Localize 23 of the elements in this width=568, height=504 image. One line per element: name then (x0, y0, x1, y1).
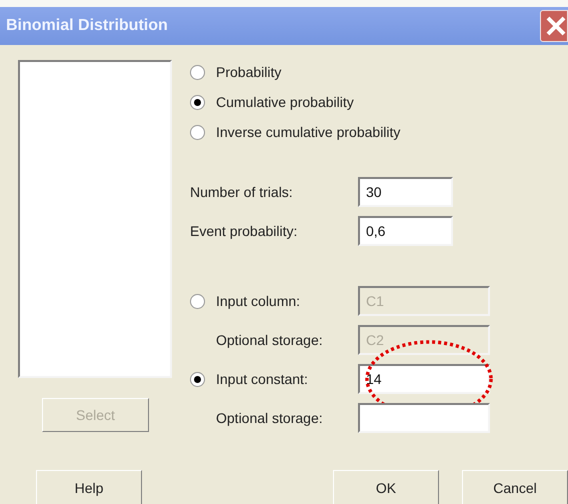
field-label: Event probability: (190, 222, 298, 241)
close-button[interactable] (540, 10, 568, 42)
field-label: Number of trials: (190, 182, 294, 202)
field-label: Optional storage: (216, 330, 323, 350)
radio-button[interactable] (190, 64, 205, 80)
input-field[interactable]: 14 (358, 364, 490, 394)
radio-button[interactable] (190, 372, 205, 386)
window-title: Binomial Distribution (6, 16, 168, 36)
field-label: Optional storage: (216, 408, 323, 428)
radio-label: Inverse cumulative probability (216, 122, 400, 142)
dialog-button[interactable]: Cancel (462, 470, 568, 504)
dialog-button[interactable]: OK (333, 470, 439, 504)
radio-button[interactable] (190, 124, 205, 140)
close-icon (545, 15, 567, 37)
radio-label: Input column: (216, 292, 300, 311)
radio-button[interactable] (190, 94, 205, 110)
radio-label: Input constant: (216, 370, 308, 389)
radio-label: Probability (216, 62, 282, 82)
radio-label: Cumulative probability (216, 92, 354, 112)
dialog-button[interactable]: Help (36, 470, 142, 504)
input-field[interactable]: 0,6 (358, 216, 453, 246)
input-field[interactable] (358, 403, 490, 433)
input-field[interactable]: 30 (358, 177, 453, 207)
